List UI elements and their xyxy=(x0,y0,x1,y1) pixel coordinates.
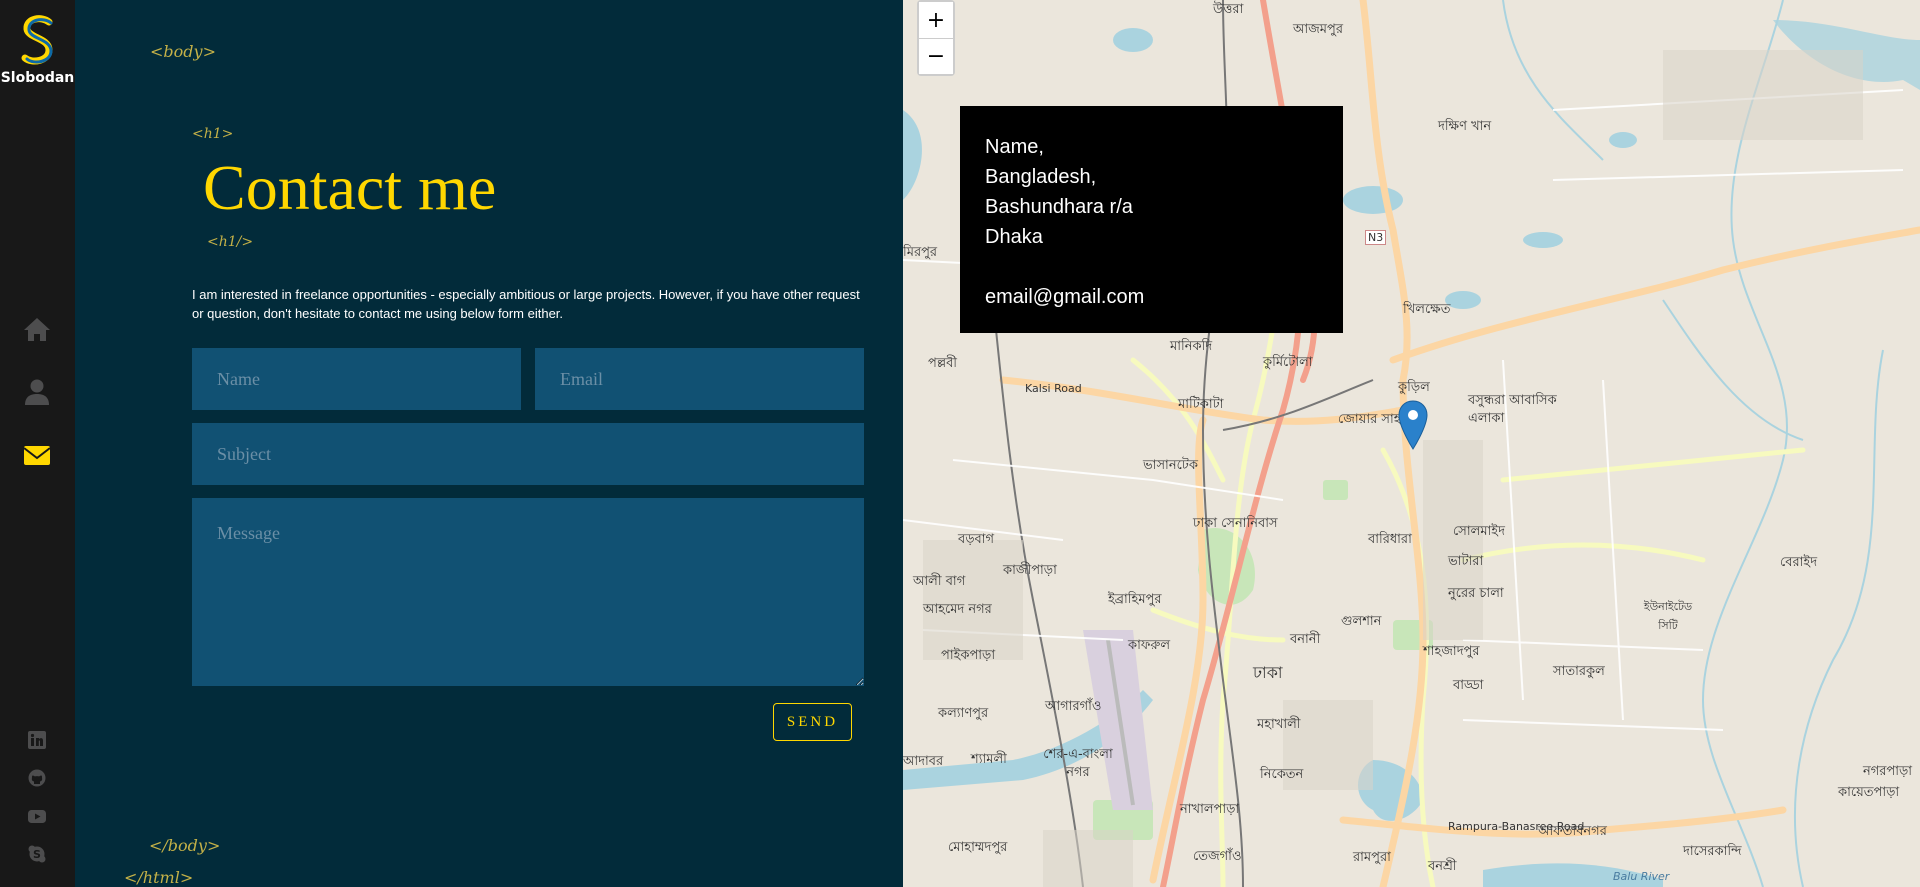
map-label: Kalsi Road xyxy=(1025,382,1082,395)
sidebar: Slobodan S xyxy=(0,0,75,887)
map-label: বাড্ডা xyxy=(1453,678,1484,693)
map-label: শ্যামলী xyxy=(971,752,1007,767)
map-label: Balu River xyxy=(1613,870,1670,883)
zoom-in-button[interactable]: + xyxy=(919,2,953,38)
map-label: ঢাকা সেনানিবাস xyxy=(1193,516,1278,531)
map-label: রামপুরা xyxy=(1353,850,1391,865)
map[interactable]: উত্তরা আজমপুর দক্ষিণ খান মিরপুর খিলক্ষেত… xyxy=(903,0,1920,887)
youtube-icon xyxy=(28,810,46,823)
body-close-tag: </body> xyxy=(149,836,221,855)
linkedin-link[interactable] xyxy=(28,731,46,749)
address-name: Name, xyxy=(985,136,1044,158)
location-marker-icon[interactable] xyxy=(1397,400,1429,450)
nav-about[interactable] xyxy=(22,377,52,407)
map-label: বড়বাগ xyxy=(958,532,995,547)
map-label: ইউনাইটেড সিটি xyxy=(1643,600,1693,632)
skype-icon: S xyxy=(28,845,46,863)
map-label: আগারগাঁও xyxy=(1045,699,1102,714)
envelope-icon xyxy=(23,446,51,465)
map-label: তেজগাঁও xyxy=(1193,849,1242,864)
map-label: গুলশান xyxy=(1341,614,1382,629)
linkedin-icon xyxy=(28,731,46,749)
address-country: Bangladesh, xyxy=(985,166,1097,188)
map-label: N3 xyxy=(1365,230,1387,245)
address-email: email@gmail.com xyxy=(985,286,1145,308)
map-label: আদাবর xyxy=(903,754,944,769)
map-label: সোলমাইদ xyxy=(1453,524,1505,539)
map-label: কুর্মিটোলা xyxy=(1263,355,1313,370)
logo-text: Slobodan xyxy=(0,70,75,86)
map-label: কাফরুল xyxy=(1128,638,1171,653)
logo[interactable]: Slobodan xyxy=(0,14,75,86)
map-label: উত্তরা xyxy=(1213,2,1244,17)
logo-s-icon xyxy=(21,15,53,65)
youtube-link[interactable] xyxy=(28,807,46,825)
map-label: শের-এ-বাংলা নগর xyxy=(1043,747,1113,780)
map-label: আলী বাগ xyxy=(913,574,966,589)
h1-open-tag: <h1> xyxy=(192,126,234,142)
zoom-control: + − xyxy=(917,0,955,76)
skype-link[interactable]: S xyxy=(28,845,46,863)
map-label: বনানী xyxy=(1290,632,1321,647)
send-button[interactable]: SEND xyxy=(773,703,852,741)
zoom-out-button[interactable]: − xyxy=(919,38,953,74)
map-label: খিলক্ষেত xyxy=(1403,302,1451,317)
map-label: দাসেরকান্দি xyxy=(1683,844,1742,859)
map-label: নুরের চালা xyxy=(1448,586,1504,601)
address-city: Dhaka xyxy=(985,226,1043,248)
map-label: নিকেতন xyxy=(1260,767,1304,782)
map-label: নগরপাড়া xyxy=(1863,764,1913,779)
github-icon xyxy=(28,769,46,787)
map-label: শাহজাদপুর xyxy=(1423,644,1480,659)
map-label: কুড়িল xyxy=(1398,380,1430,395)
page-title: Contact me xyxy=(203,152,497,223)
nav-home[interactable] xyxy=(22,314,52,344)
map-label: ভাটারা xyxy=(1448,554,1484,569)
map-label: পাইকপাড়া xyxy=(941,648,996,663)
map-label: Rampura-Banasree Road xyxy=(1448,820,1585,833)
map-label: মোহাম্মদপুর xyxy=(948,840,1008,855)
message-textarea[interactable] xyxy=(192,498,864,686)
map-label: কায়েতপাড়া xyxy=(1838,785,1900,800)
map-label: মিরপুর xyxy=(903,245,938,260)
home-icon xyxy=(24,318,50,341)
map-label: সাতারকুল xyxy=(1553,664,1605,679)
name-input[interactable] xyxy=(192,348,521,410)
subject-input[interactable] xyxy=(192,423,864,485)
map-label: ইব্রাহিমপুর xyxy=(1108,592,1162,607)
map-label: মাটিকাটা xyxy=(1178,397,1224,412)
map-label: নাখালপাড়া xyxy=(1180,802,1240,817)
map-label: আহমেদ নগর xyxy=(923,602,992,617)
map-label: আজমপুর xyxy=(1293,22,1343,37)
map-label: পল্লবী xyxy=(928,356,958,371)
intro-text: I am interested in freelance opportuniti… xyxy=(192,287,860,321)
map-label: দক্ষিণ খান xyxy=(1438,119,1492,134)
map-label: কাজীপাড়া xyxy=(1003,563,1057,578)
map-label: ভাসানটেক xyxy=(1143,458,1198,473)
map-label: বেরাইদ xyxy=(1780,555,1818,570)
email-input[interactable] xyxy=(535,348,864,410)
body-open-tag: <body> xyxy=(150,42,216,61)
github-link[interactable] xyxy=(28,769,46,787)
map-label: বনশ্রী xyxy=(1428,859,1457,874)
html-close-tag: </html> xyxy=(124,868,194,887)
map-label: বারিধারা xyxy=(1368,532,1412,547)
svg-text:S: S xyxy=(33,848,41,861)
map-label: কল্যাণপুর xyxy=(938,706,989,721)
user-icon xyxy=(25,379,49,405)
address-info-box: Name, Bangladesh, Bashundhara r/a Dhaka … xyxy=(960,106,1343,333)
h1-close-tag: <h1/> xyxy=(207,234,254,250)
map-label: বসুন্ধরা আবাসিক এলাকা xyxy=(1468,393,1557,426)
map-label: ঢাকা xyxy=(1253,663,1283,682)
map-label: মহাখালী xyxy=(1257,717,1301,732)
nav-contact[interactable] xyxy=(22,440,52,470)
address-area: Bashundhara r/a xyxy=(985,196,1133,218)
map-label: মানিকদি xyxy=(1170,339,1213,354)
